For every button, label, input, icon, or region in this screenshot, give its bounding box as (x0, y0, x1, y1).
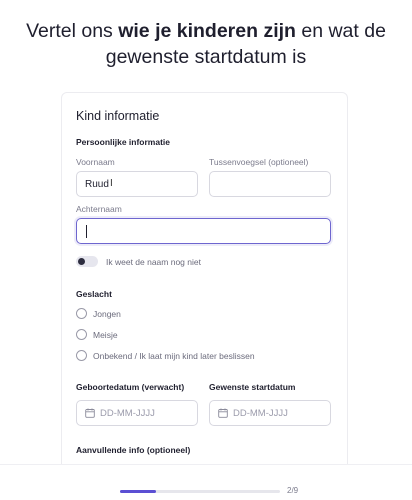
extra-info-label: Aanvullende info (optioneel) (76, 445, 191, 455)
name-unknown-label: Ik weet de naam nog niet (106, 256, 201, 267)
card-title: Kind informatie (76, 109, 160, 123)
text-cursor-icon: I (110, 178, 113, 189)
startdate-label: Gewenste startdatum (209, 382, 296, 392)
startdate-placeholder: DD-MM-JJJJ (233, 407, 288, 419)
page-headline: Vertel ons wie je kinderen zijn en wat d… (0, 18, 412, 70)
birthdate-label: Geboortedatum (verwacht) (76, 382, 185, 392)
calendar-icon (218, 408, 228, 418)
infix-input[interactable] (209, 171, 331, 197)
personal-info-heading: Persoonlijke informatie (76, 137, 170, 147)
headline-part1: Vertel ons (26, 20, 119, 42)
gender-option-label: Meisje (93, 329, 118, 340)
name-unknown-toggle[interactable] (76, 256, 98, 267)
gender-option-label: Jongen (93, 308, 121, 319)
child-info-card: Kind informatie Persoonlijke informatie … (61, 92, 348, 477)
infix-label: Tussenvoegsel (optioneel) (209, 157, 309, 167)
first-name-input[interactable]: Ruud I (76, 171, 198, 197)
calendar-icon (85, 408, 95, 418)
radio-circle-icon[interactable] (76, 308, 87, 319)
first-name-label: Voornaam (76, 157, 115, 167)
gender-option-label: Onbekend / Ik laat mijn kind later besli… (93, 350, 255, 361)
birthdate-input[interactable]: DD-MM-JJJJ (76, 400, 198, 426)
progress-fill (120, 490, 156, 493)
last-name-input[interactable] (76, 218, 331, 244)
name-unknown-toggle-row[interactable]: Ik weet de naam nog niet (76, 256, 201, 267)
startdate-input[interactable]: DD-MM-JJJJ (209, 400, 331, 426)
gender-option-onbekend[interactable]: Onbekend / Ik laat mijn kind later besli… (76, 350, 255, 361)
text-caret (86, 224, 87, 238)
radio-circle-icon[interactable] (76, 329, 87, 340)
last-name-label: Achternaam (76, 204, 122, 214)
gender-heading: Geslacht (76, 289, 112, 299)
radio-circle-icon[interactable] (76, 350, 87, 361)
headline-bold: wie je kinderen zijn (118, 20, 296, 42)
progress-footer: 2/9 (0, 464, 412, 500)
gender-option-meisje[interactable]: Meisje (76, 329, 118, 340)
toggle-knob (78, 258, 85, 265)
gender-option-jongen[interactable]: Jongen (76, 308, 121, 319)
progress-step-text: 2/9 (287, 486, 299, 495)
first-name-value: Ruud (85, 178, 109, 190)
progress-track (120, 490, 280, 493)
birthdate-placeholder: DD-MM-JJJJ (100, 407, 155, 419)
